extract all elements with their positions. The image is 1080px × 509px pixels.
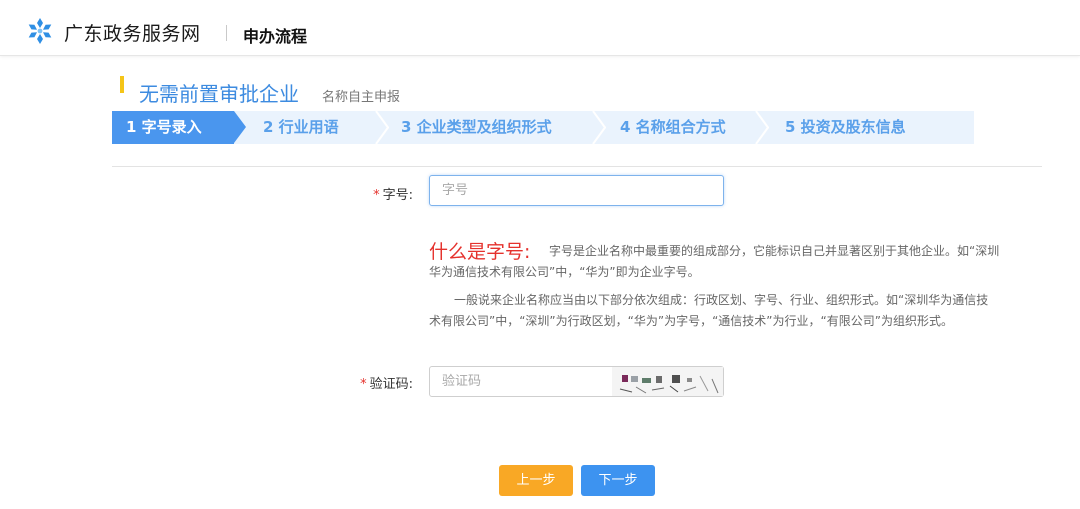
help-para1-line1: 字号是企业名称中最重要的组成部分，它能标识自己并显著区别于其他企业。如“深圳 [549, 244, 1000, 258]
help-para2-line1: 一般说来企业名称应当由以下部分依次组成：行政区划、字号、行业、组织形式。如“深圳… [454, 293, 989, 307]
site-header: 广东政务服务网 申办流程 [0, 0, 1080, 56]
help-title: 什么是字号: [429, 241, 531, 263]
name-label-text: 字号: [382, 188, 413, 203]
header-divider [226, 25, 227, 41]
required-asterisk: * [360, 377, 367, 392]
captcha-image[interactable] [612, 367, 723, 396]
help-para2-line2: 术有限公司”中，“深圳”为行政区划，“华为”为字号，“通信技术”为行业，“有限公… [429, 314, 953, 328]
step-5-investor-info: 5 投资及股东信息 [785, 118, 906, 136]
title-marker [120, 76, 124, 93]
page-subtitle: 名称自主申报 [322, 90, 401, 105]
page-title: 无需前置审批企业 [139, 82, 299, 106]
step-2-industry-term: 2 行业用语 [263, 118, 339, 136]
step-separator [592, 111, 606, 144]
step-4-name-combination: 4 名称组合方式 [620, 118, 726, 136]
next-step-button[interactable]: 下一步 [581, 465, 655, 496]
name-input[interactable] [429, 175, 724, 206]
prev-step-button[interactable]: 上一步 [499, 465, 573, 496]
site-name[interactable]: 广东政务服务网 [64, 19, 201, 46]
captcha-label-text: 验证码: [369, 377, 413, 392]
captcha-field-label: * 验证码: [330, 373, 413, 392]
header-subtitle: 申办流程 [243, 27, 308, 46]
required-asterisk: * [373, 188, 380, 203]
section-divider [112, 166, 1042, 167]
step-separator [755, 111, 769, 144]
step-separator [375, 111, 389, 144]
name-field-label: * 字号: [330, 184, 413, 203]
step-3-enterprise-type: 3 企业类型及组织形式 [401, 118, 552, 136]
snowflake-logo-icon [26, 17, 54, 45]
step-progress-bar: 1 字号录入 2 行业用语 3 企业类型及组织形式 4 名称组合方式 5 投资及… [112, 111, 974, 144]
step-1-name-entry: 1 字号录入 [126, 118, 202, 136]
active-step-arrow [234, 111, 246, 143]
help-para1-line2: 华为通信技术有限公司”中，“华为”即为企业字号。 [429, 265, 700, 279]
